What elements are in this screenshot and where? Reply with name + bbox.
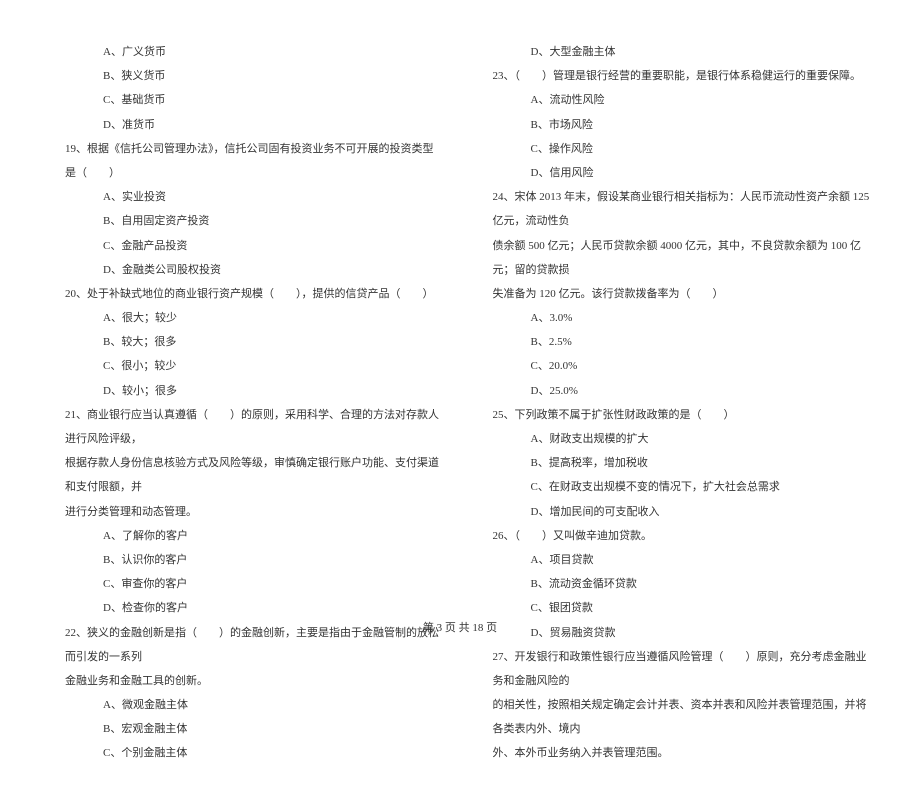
option: A、很大；较少	[65, 306, 443, 330]
question-20: 20、处于补缺式地位的商业银行资产规模（ ），提供的信贷产品（ ）	[65, 282, 443, 306]
option: C、金融产品投资	[65, 234, 443, 258]
option: A、财政支出规模的扩大	[493, 427, 871, 451]
option: D、检查你的客户	[65, 596, 443, 620]
option: B、自用固定资产投资	[65, 209, 443, 233]
option: A、项目贷款	[493, 548, 871, 572]
option: C、在财政支出规模不变的情况下，扩大社会总需求	[493, 475, 871, 499]
option: A、3.0%	[493, 306, 871, 330]
option: A、了解你的客户	[65, 524, 443, 548]
option: C、银团贷款	[493, 596, 871, 620]
option: B、流动资金循环贷款	[493, 572, 871, 596]
option: A、微观金融主体	[65, 693, 443, 717]
left-column: A、广义货币 B、狭义货币 C、基础货币 D、准货币 19、根据《信托公司管理办…	[65, 40, 468, 766]
option: C、审查你的客户	[65, 572, 443, 596]
option: B、较大；很多	[65, 330, 443, 354]
option: D、金融类公司股权投资	[65, 258, 443, 282]
question-24-line1: 24、宋体 2013 年末，假设某商业银行相关指标为：人民币流动性资产余额 12…	[493, 185, 871, 233]
question-19: 19、根据《信托公司管理办法》，信托公司固有投资业务不可开展的投资类型是（ ）	[65, 137, 443, 185]
option: D、信用风险	[493, 161, 871, 185]
question-21-line3: 进行分类管理和动态管理。	[65, 500, 443, 524]
question-23: 23、（ ）管理是银行经营的重要职能，是银行体系稳健运行的重要保障。	[493, 64, 871, 88]
question-27-line1: 27、开发银行和政策性银行应当遵循风险管理（ ）原则，充分考虑金融业务和金融风险…	[493, 645, 871, 693]
question-24-line2: 债余额 500 亿元；人民币贷款余额 4000 亿元，其中，不良贷款余额为 10…	[493, 234, 871, 282]
option: C、20.0%	[493, 354, 871, 378]
question-25: 25、下列政策不属于扩张性财政政策的是（ ）	[493, 403, 871, 427]
option: D、大型金融主体	[493, 40, 871, 64]
question-22-line2: 金融业务和金融工具的创新。	[65, 669, 443, 693]
option: C、操作风险	[493, 137, 871, 161]
right-column: D、大型金融主体 23、（ ）管理是银行经营的重要职能，是银行体系稳健运行的重要…	[468, 40, 871, 766]
question-27-line3: 外、本外币业务纳入并表管理范围。	[493, 741, 871, 765]
option: C、个别金融主体	[65, 741, 443, 765]
question-27-line2: 的相关性，按照相关规定确定会计并表、资本并表和风险并表管理范围，并将各类表内外、…	[493, 693, 871, 741]
question-24-line3: 失准备为 120 亿元。该行贷款拨备率为（ ）	[493, 282, 871, 306]
option: A、流动性风险	[493, 88, 871, 112]
option: A、广义货币	[65, 40, 443, 64]
option: B、2.5%	[493, 330, 871, 354]
option: B、狭义货币	[65, 64, 443, 88]
option: D、准货币	[65, 113, 443, 137]
page-footer: 第 3 页 共 18 页	[0, 619, 920, 635]
option: B、宏观金融主体	[65, 717, 443, 741]
page-content: A、广义货币 B、狭义货币 C、基础货币 D、准货币 19、根据《信托公司管理办…	[0, 0, 920, 796]
question-21-line1: 21、商业银行应当认真遵循（ ）的原则，采用科学、合理的方法对存款人进行风险评级…	[65, 403, 443, 451]
option: C、很小；较少	[65, 354, 443, 378]
option: B、提高税率，增加税收	[493, 451, 871, 475]
question-21-line2: 根据存款人身份信息核验方式及风险等级，审慎确定银行账户功能、支付渠道和支付限额，…	[65, 451, 443, 499]
option: B、认识你的客户	[65, 548, 443, 572]
option: D、较小；很多	[65, 379, 443, 403]
option: D、25.0%	[493, 379, 871, 403]
question-26: 26、（ ）又叫做辛迪加贷款。	[493, 524, 871, 548]
option: C、基础货币	[65, 88, 443, 112]
option: A、实业投资	[65, 185, 443, 209]
option: B、市场风险	[493, 113, 871, 137]
option: D、增加民间的可支配收入	[493, 500, 871, 524]
